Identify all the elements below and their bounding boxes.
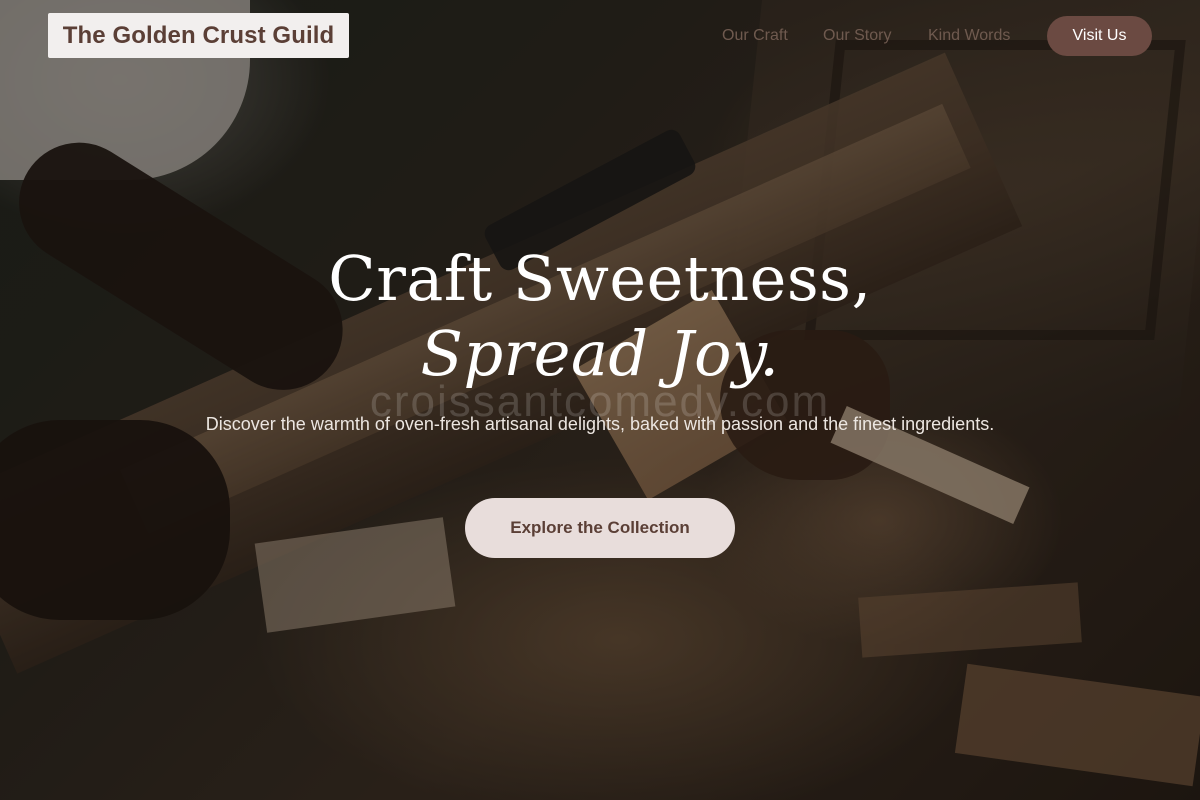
visit-us-button[interactable]: Visit Us [1047, 16, 1152, 56]
hero-subtitle: Discover the warmth of oven-fresh artisa… [205, 414, 995, 434]
nav-link-our-story[interactable]: Our Story [823, 24, 891, 48]
hero-headline: Craft Sweetness, [328, 242, 872, 315]
hero-section: The Golden Crust Guild Our Craft Our Sto… [0, 0, 1200, 800]
nav-link-our-craft[interactable]: Our Craft [722, 24, 788, 48]
nav-link-kind-words[interactable]: Kind Words [928, 24, 1010, 48]
brand-logo[interactable]: The Golden Crust Guild [48, 13, 349, 58]
explore-collection-button[interactable]: Explore the Collection [465, 498, 735, 558]
